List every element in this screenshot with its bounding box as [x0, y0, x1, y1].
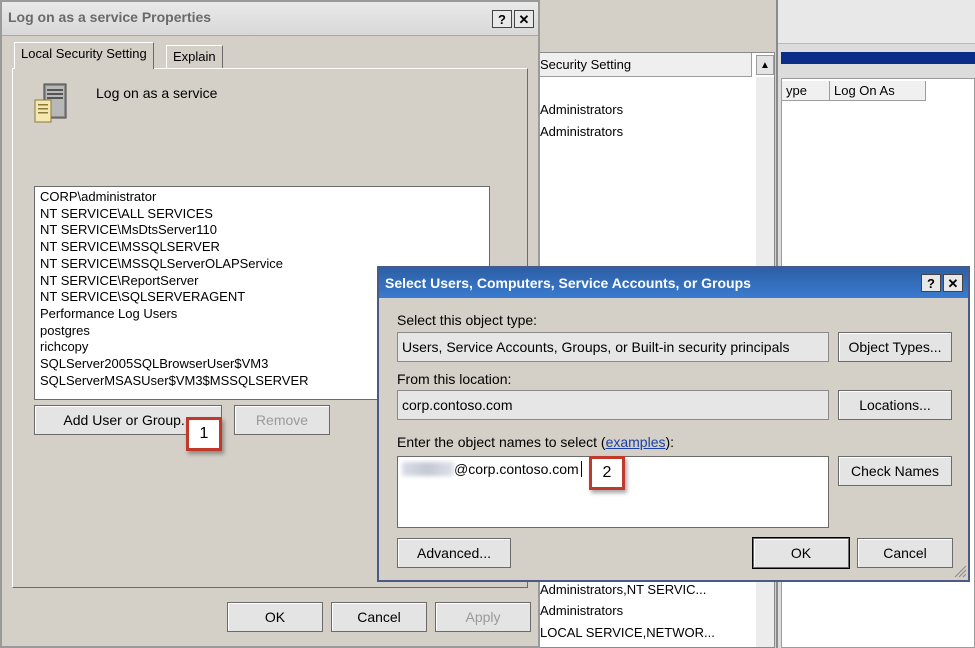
select-users-dialog: Select Users, Computers, Service Account…: [377, 266, 970, 582]
background-window-selection-bar: [781, 52, 975, 64]
apply-button[interactable]: Apply: [435, 602, 531, 632]
column-header-type[interactable]: ype: [782, 81, 830, 101]
redacted-username: [402, 462, 454, 476]
help-icon[interactable]: ?: [492, 10, 512, 28]
list-item[interactable]: Administrators: [540, 122, 623, 142]
dialog-title: Log on as a service Properties: [8, 9, 212, 25]
list-item[interactable]: NT SERVICE\MsDtsServer110: [40, 222, 217, 239]
select-dialog-titlebar: Select Users, Computers, Service Account…: [379, 268, 968, 298]
dialog-title: Select Users, Computers, Service Account…: [385, 275, 751, 291]
remove-button[interactable]: Remove: [234, 405, 330, 435]
location-field: corp.contoso.com: [397, 390, 829, 420]
server-policy-icon: [32, 82, 74, 126]
check-names-button[interactable]: Check Names: [838, 456, 952, 486]
callout-badge-2: 2: [589, 456, 625, 490]
object-type-field: Users, Service Accounts, Groups, or Buil…: [397, 332, 829, 362]
column-header-log-on-as[interactable]: Log On As: [830, 81, 926, 101]
list-item[interactable]: SQLServerMSASUser$VM3$MSSQLSERVER: [40, 373, 309, 390]
list-item[interactable]: NT SERVICE\MSSQLSERVER: [40, 239, 220, 256]
list-item[interactable]: richcopy: [40, 339, 88, 356]
list-item[interactable]: SQLServer2005SQLBrowserUser$VM3: [40, 356, 268, 373]
names-label: Enter the object names to select (exampl…: [397, 434, 674, 450]
scroll-up-icon[interactable]: ▲: [756, 55, 774, 75]
list-item[interactable]: Administrators: [540, 100, 623, 120]
list-item[interactable]: NT SERVICE\MSSQLServerOLAPService: [40, 256, 283, 273]
policy-name: Log on as a service: [96, 85, 218, 101]
column-header-security-setting[interactable]: Security Setting: [532, 53, 752, 77]
object-names-value: @corp.contoso.com: [402, 461, 582, 477]
list-item[interactable]: LOCAL SERVICE,NETWOR...: [540, 623, 715, 643]
list-item[interactable]: Administrators: [540, 601, 623, 621]
properties-titlebar: Log on as a service Properties ? ✕: [2, 2, 538, 36]
object-type-label: Select this object type:: [397, 312, 538, 328]
list-item[interactable]: Administrators,NT SERVIC...: [540, 580, 706, 600]
close-icon[interactable]: ✕: [943, 274, 963, 292]
close-icon[interactable]: ✕: [514, 10, 534, 28]
tab-explain[interactable]: Explain: [166, 45, 223, 69]
names-label-suffix: ):: [665, 434, 675, 450]
advanced-button[interactable]: Advanced...: [397, 538, 511, 568]
cancel-button[interactable]: Cancel: [331, 602, 427, 632]
tab-local-security-setting[interactable]: Local Security Setting: [14, 42, 154, 69]
locations-button[interactable]: Locations...: [838, 390, 952, 420]
names-value-domain: @corp.contoso.com: [454, 461, 579, 477]
list-item[interactable]: NT SERVICE\ALL SERVICES: [40, 206, 213, 223]
names-label-prefix: Enter the object names to select (: [397, 434, 606, 450]
list-item[interactable]: Performance Log Users: [40, 306, 177, 323]
callout-badge-1: 1: [186, 417, 222, 451]
list-item[interactable]: NT SERVICE\SQLSERVERAGENT: [40, 289, 245, 306]
ok-button[interactable]: OK: [227, 602, 323, 632]
resize-grip-icon[interactable]: [953, 564, 967, 578]
cancel-button[interactable]: Cancel: [857, 538, 953, 568]
background-window-titlebar: [775, 0, 975, 44]
examples-link[interactable]: examples: [606, 434, 666, 450]
ok-button[interactable]: OK: [752, 537, 850, 569]
location-label: From this location:: [397, 371, 512, 387]
list-item[interactable]: CORP\administrator: [40, 189, 156, 206]
object-types-button[interactable]: Object Types...: [838, 332, 952, 362]
help-icon[interactable]: ?: [921, 274, 941, 292]
list-item[interactable]: NT SERVICE\ReportServer: [40, 273, 198, 290]
list-item[interactable]: postgres: [40, 323, 90, 340]
